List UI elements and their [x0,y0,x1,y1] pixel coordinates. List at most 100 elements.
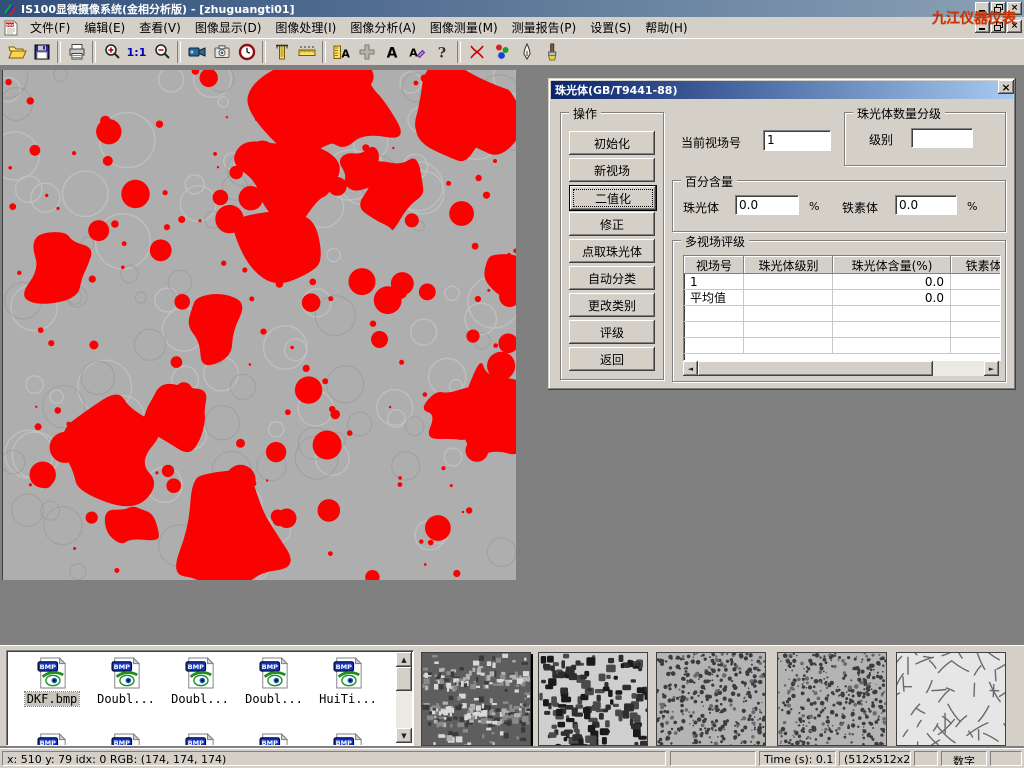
correct-button[interactable]: 修正 [569,212,655,236]
scroll-down-icon[interactable]: ▼ [396,728,412,743]
v-scroll-thumb[interactable] [396,667,412,691]
file-list-scrollbar[interactable]: ▲ ▼ [396,652,412,743]
file-label[interactable]: DKF.bmp [25,692,80,706]
menu-item-2[interactable]: 编辑(E) [77,17,132,38]
timer-clock-button[interactable] [234,40,259,64]
curve-tool-button[interactable] [464,40,489,64]
ferrite-percent-input[interactable]: 0.0 [895,195,957,215]
scroll-up-icon[interactable]: ▲ [396,652,412,667]
table-cell [744,306,833,322]
return-button[interactable]: 返回 [569,347,655,371]
file-item-partial[interactable]: BMP [313,733,383,746]
file-label[interactable]: Doubl... [95,692,157,706]
table-h-scrollbar[interactable]: ◄ ► [683,361,999,376]
status-empty-2 [914,751,938,766]
file-label[interactable]: Doubl... [169,692,231,706]
file-item-partial[interactable]: BMP [165,733,235,746]
file-item-partial[interactable]: BMP [17,733,87,746]
title-bar[interactable]: IS100显微摄像系统(金相分析版) - [zhuguangti01] × [0,0,1024,17]
micrograph-thumb-4[interactable] [777,652,887,746]
file-item-DKF.bmp[interactable]: BMPDKF.bmp [17,657,87,706]
text-label-button[interactable]: A [379,40,404,64]
print-button[interactable] [64,40,89,64]
brush-tool-button[interactable] [539,40,564,64]
dialog-title-bar[interactable]: 珠光体(GB/T9441-88) [551,81,1013,99]
scroll-left-icon[interactable]: ◄ [683,361,698,376]
table-header-2[interactable]: 珠光体级别 [744,256,833,274]
ruler-button[interactable] [294,40,319,64]
micrograph-thumb-5[interactable] [896,652,1006,746]
zoom-in-button[interactable] [99,40,124,64]
classify-dots-button[interactable] [489,40,514,64]
svg-text:BMP: BMP [114,663,131,671]
table-row-2[interactable]: 平均值0.0 [684,290,1000,306]
camera-capture-button[interactable] [209,40,234,64]
micrograph-image[interactable] [2,70,516,580]
pick-pearlite-button[interactable]: 点取珠光体 [569,239,655,263]
menu-item-9[interactable]: 设置(S) [583,17,638,38]
h-scroll-thumb[interactable] [698,361,933,376]
file-item-Doubl...[interactable]: BMP Doubl... [91,657,161,706]
scroll-right-icon[interactable]: ► [984,361,999,376]
file-item-Doubl...[interactable]: BMPDoubl... [165,657,235,706]
file-list[interactable]: ▲ ▼ BMPDKF.bmpBMPDoubl...BMPDoubl...BMPD… [6,650,414,746]
document-icon[interactable]: DOC [3,20,19,36]
video-camera-button[interactable] [184,40,209,64]
menu-item-5[interactable]: 图像处理(I) [268,17,343,38]
help-button[interactable]: ? [429,40,454,64]
new-field-button[interactable]: 新视场 [569,158,655,182]
file-label[interactable]: HuiTi... [317,692,379,706]
text-edit-button[interactable]: A [404,40,429,64]
table-cell [833,338,951,354]
toolbar-separator [177,41,181,63]
open-file-button[interactable] [4,40,29,64]
menu-item-7[interactable]: 图像测量(M) [423,17,505,38]
binarize-button[interactable]: 二值化 [569,185,657,211]
table-row-empty[interactable] [684,322,1000,338]
caliper-button[interactable] [269,40,294,64]
menu-item-10[interactable]: 帮助(H) [638,17,694,38]
file-item-Doubl...[interactable]: BMP Doubl... [239,657,309,706]
micrograph-thumb-2[interactable] [538,652,648,746]
file-item-partial[interactable]: BMP [239,733,309,746]
multifield-table[interactable]: 视场号珠光体级别珠光体含量(%)铁素体含量(%)10.0平均值0.0 [683,255,1001,361]
measure-text-button[interactable]: A [329,40,354,64]
initialize-button[interactable]: 初始化 [569,131,655,155]
table-row-1[interactable]: 10.0 [684,274,1000,290]
move-cross-button[interactable] [354,40,379,64]
micrograph-thumb-3[interactable] [656,652,766,746]
grade-button[interactable]: 评级 [569,320,655,344]
table-header-1[interactable]: 视场号 [684,256,744,274]
actual-size-button[interactable]: 1:1 [124,40,149,64]
current-field-input[interactable]: 1 [763,130,831,151]
table-cell [951,338,1001,354]
file-item-HuiTi...[interactable]: BMPHuiTi... [313,657,383,706]
pen-tool-button[interactable] [514,40,539,64]
file-label[interactable]: Doubl... [243,692,305,706]
status-empty-1 [670,751,756,766]
table-row-empty[interactable] [684,338,1000,354]
pearlite-percent-input[interactable]: 0.0 [735,195,799,215]
bmp-file-icon: BMP [259,733,289,746]
table-header-4[interactable]: 铁素体含量(%) [951,256,1001,274]
table-row-empty[interactable] [684,306,1000,322]
change-class-button[interactable]: 更改类别 [569,293,655,317]
micrograph-thumb-1[interactable] [421,652,531,746]
dialog-title: 珠光体(GB/T9441-88) [555,82,677,98]
auto-classify-button[interactable]: 自动分类 [569,266,655,290]
menu-item-1[interactable]: 文件(F) [23,17,77,38]
menu-item-8[interactable]: 测量报告(P) [505,17,584,38]
toolbar-separator [262,41,266,63]
table-cell [744,338,833,354]
menu-item-6[interactable]: 图像分析(A) [343,17,423,38]
svg-text:BMP: BMP [262,663,279,671]
menu-item-4[interactable]: 图像显示(D) [188,17,269,38]
dialog-close-icon[interactable]: × [998,80,1014,94]
table-header-3[interactable]: 珠光体含量(%) [833,256,951,274]
menu-item-3[interactable]: 查看(V) [132,17,188,38]
svg-text:A: A [386,46,397,62]
save-button[interactable] [29,40,54,64]
grade-input[interactable] [911,128,973,148]
file-item-partial[interactable]: BMP [91,733,161,746]
zoom-out-button[interactable] [149,40,174,64]
